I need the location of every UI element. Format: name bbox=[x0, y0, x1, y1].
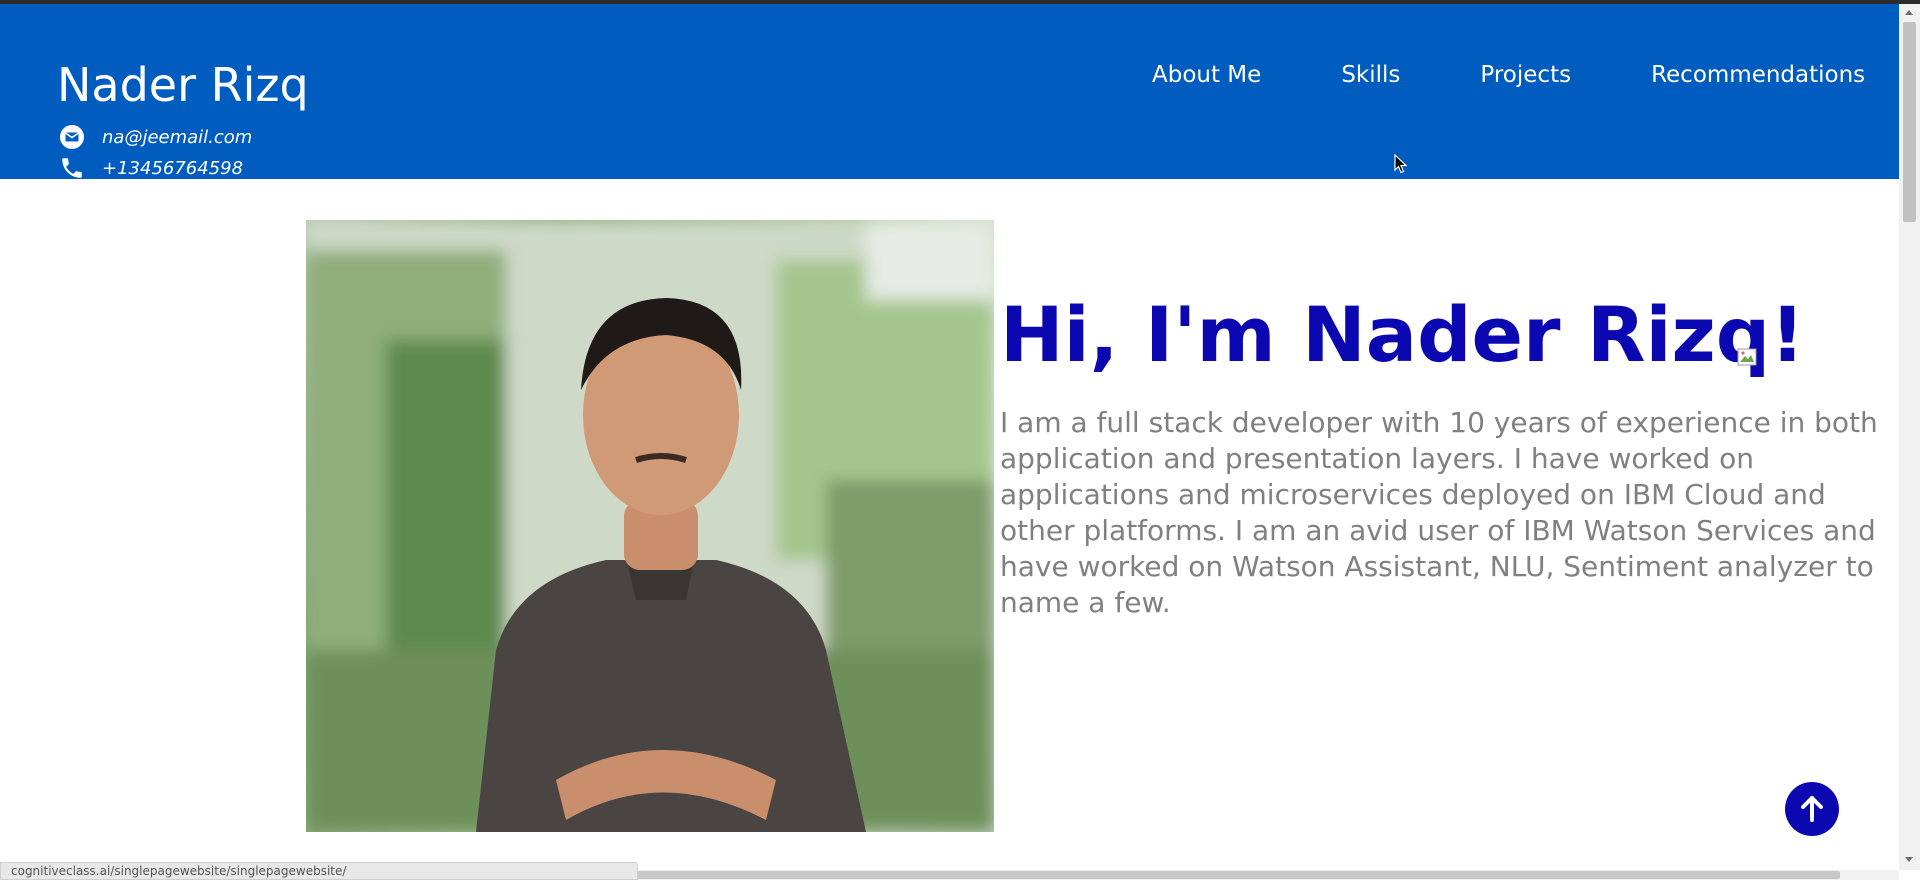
email-text[interactable]: na@jeemail.com bbox=[102, 127, 252, 148]
broken-image-icon bbox=[1737, 348, 1759, 368]
phone-contact: +13456764598 bbox=[58, 154, 243, 182]
envelope-icon bbox=[58, 123, 86, 151]
phone-text[interactable]: +13456764598 bbox=[102, 158, 243, 179]
nav-link-about-me[interactable]: About Me bbox=[1152, 62, 1261, 90]
scroll-down-arrow-icon[interactable] bbox=[1905, 857, 1913, 862]
nav-link-projects[interactable]: Projects bbox=[1480, 62, 1571, 90]
status-bar-url: cognitiveclass.ai/singlepagewebsite/sing… bbox=[0, 862, 638, 880]
phone-icon bbox=[58, 154, 86, 182]
scroll-up-arrow-icon[interactable] bbox=[1905, 10, 1913, 15]
nav-link-recommendations[interactable]: Recommendations bbox=[1651, 62, 1865, 90]
hero-bio: I am a full stack developer with 10 year… bbox=[1000, 406, 1878, 619]
main-nav: About Me Skills Projects Recommendations bbox=[1152, 62, 1865, 90]
hero-title: Hi, I'm Nader Rizq! bbox=[1000, 290, 1805, 379]
email-contact: na@jeemail.com bbox=[58, 123, 252, 151]
brand-name: Nader Rizq bbox=[57, 58, 309, 112]
nav-link-skills[interactable]: Skills bbox=[1341, 62, 1400, 90]
back-to-top-button[interactable] bbox=[1785, 782, 1839, 836]
profile-photo bbox=[306, 220, 994, 832]
arrow-up-icon bbox=[1801, 796, 1823, 822]
vertical-scrollbar-thumb[interactable] bbox=[1903, 22, 1916, 222]
mouse-cursor-icon bbox=[1394, 153, 1408, 178]
site-header: Nader Rizq na@jeemail.com +13456764598 A… bbox=[0, 4, 1899, 179]
vertical-scrollbar[interactable] bbox=[1899, 4, 1920, 870]
